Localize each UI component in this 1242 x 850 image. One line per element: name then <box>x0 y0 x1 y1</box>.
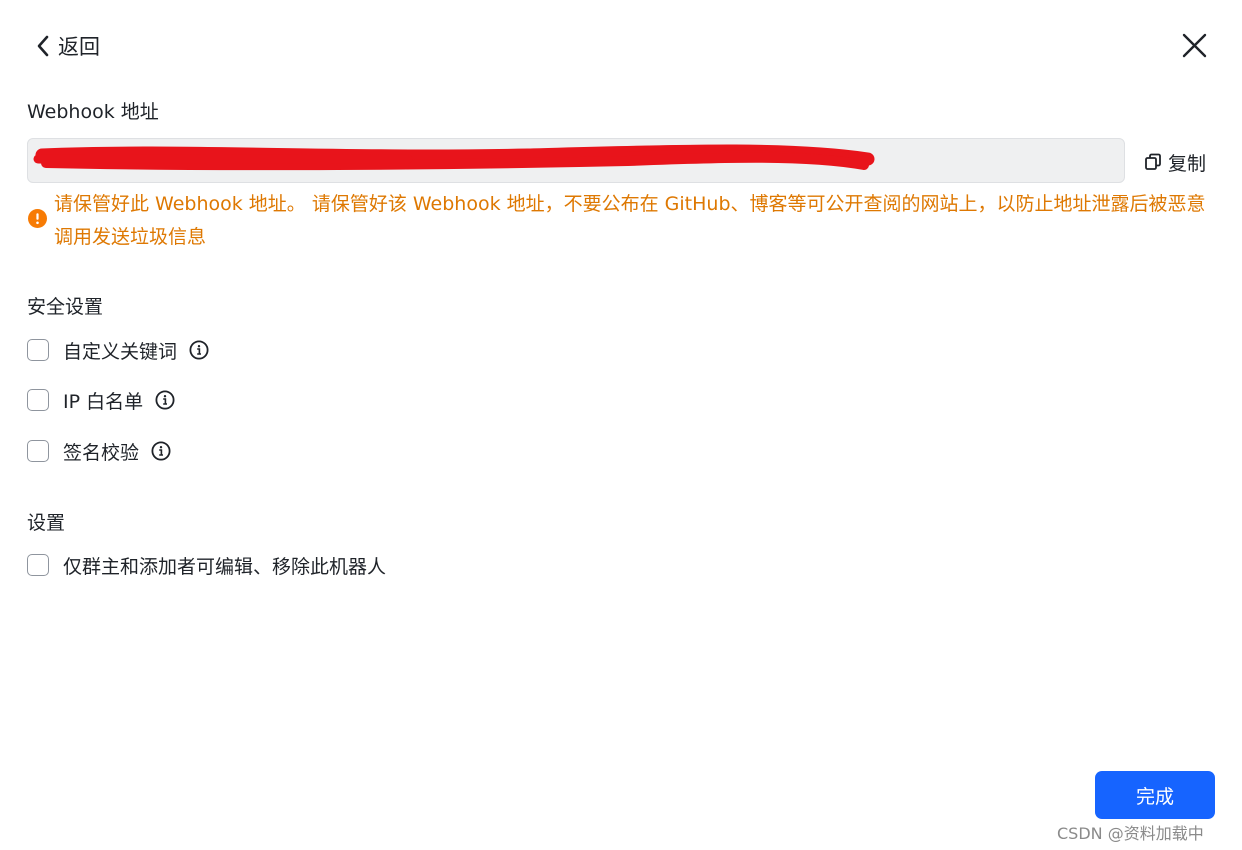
owner-only-edit-label: 仅群主和添加者可编辑、移除此机器人 <box>63 555 387 578</box>
webhook-label: Webhook 地址 <box>27 101 159 123</box>
webhook-warning-text: 请保管好此 Webhook 地址。 请保管好该 Webhook 地址，不要公布在… <box>54 193 1206 248</box>
custom-keyword-label: 自定义关键词 <box>63 340 178 363</box>
watermark-text: CSDN @资料加载中 <box>1057 824 1204 843</box>
info-icon[interactable] <box>189 340 209 360</box>
option-signature-verification[interactable]: 签名校验 <box>27 437 171 465</box>
copy-icon <box>1145 153 1161 170</box>
back-label: 返回 <box>58 35 100 59</box>
owner-only-edit-checkbox[interactable] <box>27 554 49 576</box>
signature-verification-checkbox[interactable] <box>27 440 49 462</box>
copy-label: 复制 <box>1168 152 1207 175</box>
option-ip-whitelist[interactable]: IP 白名单 <box>27 386 175 414</box>
done-button[interactable]: 完成 <box>1095 771 1215 819</box>
ip-whitelist-checkbox[interactable] <box>27 389 49 411</box>
chevron-left-icon <box>37 35 49 57</box>
back-button[interactable]: 返回 <box>36 30 100 62</box>
redaction-scribble <box>33 144 875 171</box>
signature-verification-label: 签名校验 <box>63 441 140 464</box>
close-icon <box>1182 33 1207 58</box>
copy-button[interactable]: 复制 <box>1144 148 1206 176</box>
custom-keyword-checkbox[interactable] <box>27 339 49 361</box>
webhook-url-field[interactable]: https://open.f /open-apis/bot/v2/hook/f0… <box>27 138 1125 183</box>
exclamation-circle-icon <box>28 209 47 228</box>
option-custom-keyword[interactable]: 自定义关键词 <box>27 336 209 364</box>
ip-whitelist-label: IP 白名单 <box>63 390 144 413</box>
info-icon[interactable] <box>155 390 175 410</box>
info-icon[interactable] <box>151 441 171 461</box>
security-settings-title: 安全设置 <box>27 296 104 318</box>
settings-title: 设置 <box>27 512 66 534</box>
option-owner-only-edit[interactable]: 仅群主和添加者可编辑、移除此机器人 <box>27 551 386 579</box>
close-button[interactable] <box>1178 30 1210 62</box>
